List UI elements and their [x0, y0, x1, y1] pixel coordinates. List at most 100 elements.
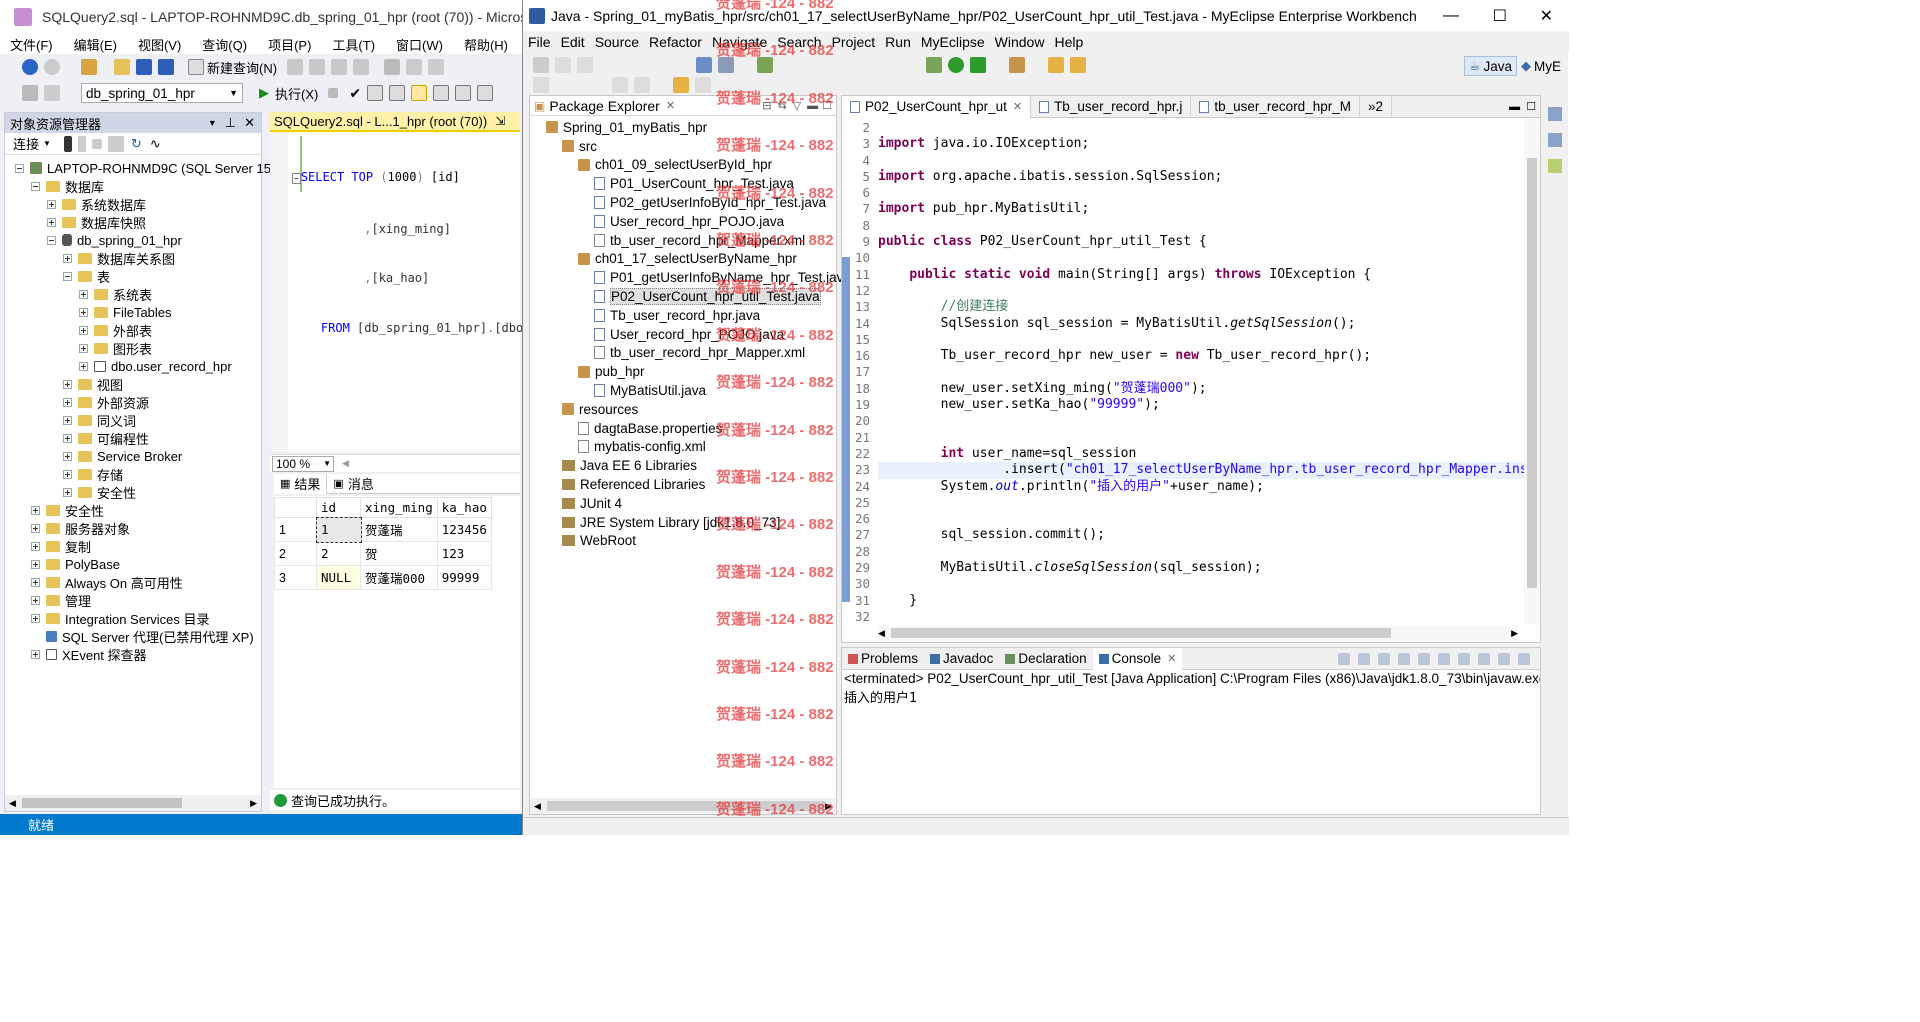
menu-item[interactable]: Run — [885, 34, 911, 50]
stop-icon[interactable] — [328, 88, 339, 98]
tree-node[interactable]: 表 — [5, 267, 261, 285]
table-cell[interactable]: 贺 — [360, 541, 438, 566]
horizontal-scrollbar[interactable]: ◀ ▶ — [5, 795, 261, 811]
new-java-icon[interactable] — [1009, 57, 1025, 73]
filter-icon[interactable] — [44, 85, 60, 101]
expand-icon[interactable] — [31, 505, 40, 515]
package-explorer-item[interactable]: pub_hpr — [530, 362, 836, 381]
package-explorer-item[interactable]: Spring_01_myBatis_hpr — [530, 118, 836, 137]
database-select[interactable]: db_spring_01_hpr ▼ — [81, 83, 243, 103]
expand-icon[interactable] — [47, 199, 56, 209]
scroll-thumb[interactable] — [1527, 158, 1537, 588]
package-explorer-item[interactable]: Referenced Libraries — [530, 475, 836, 494]
results-text-icon[interactable] — [411, 85, 428, 101]
dax-icon[interactable] — [353, 59, 370, 75]
tab-javadoc[interactable]: Javadoc — [924, 648, 999, 670]
minimize-icon[interactable]: ▬ — [1509, 101, 1520, 113]
column-header[interactable]: ka_hao — [436, 497, 492, 518]
close-icon[interactable]: ✕ — [666, 99, 675, 112]
expand-icon[interactable] — [79, 289, 88, 299]
code-area[interactable]: import java.io.IOException; import org.a… — [878, 118, 1528, 608]
perspective-java[interactable]: ☕ Java — [1463, 56, 1517, 76]
toggle-mark-icon[interactable] — [533, 77, 549, 93]
scroll-left-icon[interactable]: ◀ — [342, 458, 349, 469]
menu-item[interactable]: Search — [777, 34, 821, 50]
tree-node[interactable]: 图形表 — [5, 339, 261, 357]
package-explorer-item[interactable]: User_record_hpr_POJO.java — [530, 325, 836, 344]
menu-item[interactable]: 编辑(E) — [74, 35, 117, 54]
maximize-icon[interactable] — [1518, 652, 1530, 665]
check-icon[interactable]: ✔ — [349, 85, 361, 102]
copy-icon[interactable] — [406, 59, 423, 75]
tree-node[interactable]: 外部表 — [5, 321, 261, 339]
server-icon[interactable] — [696, 57, 712, 73]
package-explorer-item[interactable]: ch01_09_selectUserById_hpr — [530, 156, 836, 175]
table-cell[interactable]: 99999 — [436, 565, 492, 590]
menu-item[interactable]: 查询(Q) — [202, 35, 247, 54]
stop-icon[interactable] — [91, 138, 102, 149]
column-header[interactable]: xing_ming — [360, 497, 438, 518]
scroll-thumb[interactable] — [546, 801, 826, 811]
tree-node[interactable]: 系统表 — [5, 285, 261, 303]
parse-icon[interactable] — [367, 85, 384, 101]
back-icon[interactable] — [673, 77, 689, 93]
package-explorer-item[interactable]: tb_user_record_hpr_Mapper.xml — [530, 231, 836, 250]
perspective-myeclipse[interactable]: ◆ MyE — [1517, 58, 1565, 74]
table-cell[interactable]: 123456 — [436, 517, 492, 542]
menu-item[interactable]: Window — [995, 34, 1045, 50]
open-console-icon[interactable] — [1478, 652, 1490, 665]
expand-icon[interactable] — [31, 649, 40, 659]
clear-icon[interactable] — [1398, 652, 1410, 665]
menu-item[interactable]: 帮助(H) — [464, 35, 508, 54]
tree-node[interactable]: 外部资源 — [5, 393, 261, 411]
run-icon[interactable] — [948, 57, 964, 73]
back-icon[interactable] — [22, 59, 38, 75]
expand-icon[interactable] — [31, 523, 40, 533]
tree-node[interactable]: 系统数据库 — [5, 195, 261, 213]
expand-icon[interactable] — [31, 577, 40, 587]
table-cell[interactable]: 1 — [315, 516, 362, 543]
disconnect-icon[interactable] — [77, 135, 86, 152]
mdx-icon[interactable] — [287, 59, 304, 75]
tree-node[interactable]: LAPTOP-ROHNMD9C (SQL Server 15 — [5, 159, 271, 177]
open-type-icon[interactable] — [1048, 57, 1064, 73]
menu-item[interactable]: MyEclipse — [921, 34, 985, 50]
table-cell[interactable]: 贺蓬瑞000 — [360, 565, 438, 590]
expand-icon[interactable] — [63, 253, 72, 263]
tree-node[interactable]: SQL Server 代理(已禁用代理 XP) — [5, 627, 261, 645]
close-icon[interactable]: ✕ — [244, 115, 255, 131]
package-explorer-item[interactable]: JUnit 4 — [530, 494, 836, 513]
menu-item[interactable]: 视图(V) — [138, 35, 181, 54]
menu-item[interactable]: Source — [595, 34, 639, 50]
package-explorer-item[interactable]: User_record_hpr_POJO.java — [530, 212, 836, 231]
collapse-icon[interactable] — [63, 271, 72, 281]
tree-node[interactable]: Service Broker — [5, 447, 261, 465]
tree-node[interactable]: db_spring_01_hpr — [5, 231, 261, 249]
tree-node[interactable]: PolyBase — [5, 555, 261, 573]
tree-node[interactable]: 管理 — [5, 591, 261, 609]
query-tab[interactable]: SQLQuery2.sql - L...1_hpr (root (70)) ⇲ — [270, 112, 520, 132]
close-icon[interactable]: ✕ — [1013, 100, 1022, 113]
comment-icon[interactable] — [455, 85, 472, 101]
plan-icon[interactable] — [433, 85, 450, 101]
zoom-select[interactable]: 100 % ▼ — [272, 455, 334, 472]
results-grid-icon[interactable] — [389, 85, 406, 101]
close-icon[interactable]: ✕ — [1167, 652, 1176, 665]
package-explorer-item[interactable]: WebRoot — [530, 532, 836, 551]
expand-icon[interactable] — [63, 451, 72, 461]
tree-node[interactable]: FileTables — [5, 303, 261, 321]
expand-icon[interactable] — [47, 217, 56, 227]
remove-all-icon[interactable] — [1378, 652, 1390, 665]
task-list-icon[interactable] — [1548, 133, 1562, 147]
package-explorer-item[interactable]: ch01_17_selectUserByName_hpr — [530, 250, 836, 269]
tree-node[interactable]: XEvent 探查器 — [5, 645, 261, 663]
menu-item[interactable]: Edit — [561, 34, 585, 50]
dropdown-icon[interactable]: ▼ — [208, 118, 217, 128]
chevron-down-icon[interactable]: ▼ — [43, 139, 51, 148]
search-icon[interactable] — [1070, 57, 1086, 73]
menu-item[interactable]: 文件(F) — [10, 35, 53, 54]
editor-tab[interactable]: P02_UserCount_hpr_ut ✕ — [842, 95, 1032, 118]
expand-icon[interactable] — [79, 361, 88, 371]
table-cell[interactable]: 贺蓬瑞 — [360, 517, 438, 542]
tree-node[interactable]: 视图 — [5, 375, 261, 393]
